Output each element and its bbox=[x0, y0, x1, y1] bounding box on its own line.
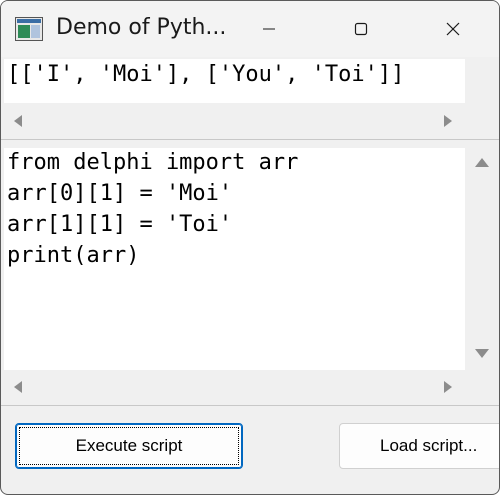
app-icon bbox=[15, 17, 43, 41]
scroll-left-icon[interactable] bbox=[14, 381, 22, 393]
window-title: Demo of Pyth... bbox=[56, 15, 227, 40]
code-line: arr[0][1] = 'Moi' bbox=[7, 181, 233, 206]
scroll-right-icon[interactable] bbox=[444, 115, 452, 127]
output-horizontal-scrollbar[interactable] bbox=[4, 104, 465, 138]
scroll-down-icon[interactable] bbox=[475, 349, 489, 358]
editor-vertical-scrollbar[interactable] bbox=[465, 148, 499, 370]
scroll-up-icon[interactable] bbox=[475, 158, 489, 167]
maximize-icon bbox=[354, 22, 368, 36]
close-icon bbox=[446, 22, 460, 36]
code-line: print(arr) bbox=[7, 243, 140, 268]
output-text: [['I', 'Moi'], ['You', 'Toi']] bbox=[7, 62, 405, 87]
title-bar[interactable]: Demo of Pyth... bbox=[1, 1, 499, 57]
editor-horizontal-scrollbar[interactable] bbox=[4, 370, 465, 404]
minimize-button[interactable] bbox=[223, 1, 315, 57]
script-editor[interactable]: from delphi import arr arr[0][1] = 'Moi'… bbox=[4, 148, 465, 370]
focus-rect bbox=[19, 427, 239, 465]
bottom-divider bbox=[1, 405, 499, 406]
splitter[interactable] bbox=[1, 139, 499, 140]
code-line: from delphi import arr bbox=[7, 150, 299, 175]
close-button[interactable] bbox=[407, 1, 499, 57]
execute-script-button[interactable]: Execute script bbox=[15, 423, 243, 469]
scroll-left-icon[interactable] bbox=[14, 115, 22, 127]
code-line: arr[1][1] = 'Toi' bbox=[7, 212, 233, 237]
scroll-right-icon[interactable] bbox=[444, 381, 452, 393]
app-window: Demo of Pyth... [['I', 'Moi'], ['You', '… bbox=[0, 0, 500, 495]
output-memo[interactable]: [['I', 'Moi'], ['You', 'Toi']] bbox=[4, 59, 465, 103]
load-script-label: Load script... bbox=[380, 436, 478, 455]
minimize-icon bbox=[263, 28, 275, 30]
load-script-button[interactable]: Load script... bbox=[339, 423, 499, 469]
maximize-button[interactable] bbox=[315, 1, 407, 57]
